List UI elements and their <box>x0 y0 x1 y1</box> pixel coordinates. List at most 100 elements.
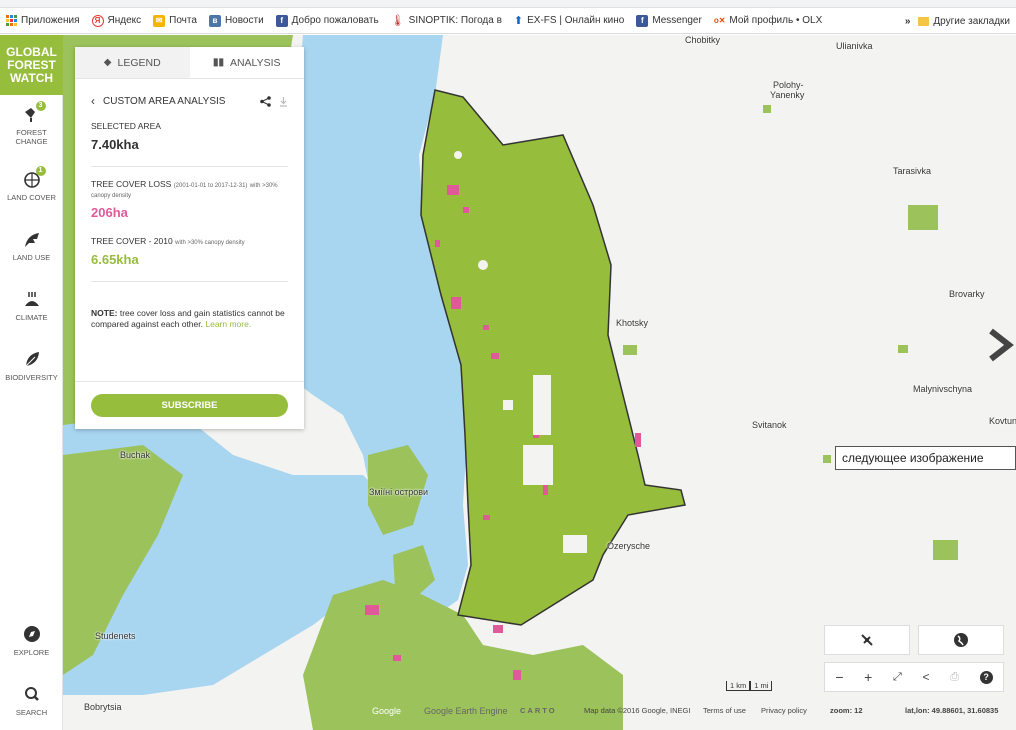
tab-analysis[interactable]: ▮▮ ANALYSIS <box>190 47 305 78</box>
app-sidebar: GLOBAL FOREST WATCH 3 FOREST CHANGE 1 LA… <box>0 35 63 730</box>
carto-logo: CARTO <box>520 706 557 715</box>
google-logo: Google <box>372 706 402 716</box>
panel-title-row: ‹ CUSTOM AREA ANALYSIS <box>91 94 225 108</box>
loss-date-range: (2001-01-01 to 2017-12-31) <box>173 183 248 189</box>
yandex-icon: Я <box>91 14 104 27</box>
map-toolbar: − + ⤢ < ⎙ ? <box>824 662 1004 692</box>
nav-land-use[interactable]: LAND USE <box>0 215 63 275</box>
tab-legend[interactable]: ◆ LEGEND <box>75 47 190 78</box>
selected-area-label: SELECTED AREA <box>91 121 161 131</box>
cover-label: TREE COVER - 2010 <box>91 236 173 246</box>
bookmark-yandex[interactable]: Я Яндекс <box>86 14 148 27</box>
logo-line: WATCH <box>9 70 54 85</box>
geolocate-button[interactable] <box>824 625 910 655</box>
nav-forest-change[interactable]: 3 FOREST CHANGE <box>0 95 63 155</box>
nav-explore[interactable]: EXPLORE <box>0 610 63 670</box>
place-label: Buchak <box>120 450 151 460</box>
place-label: Polohy- <box>773 80 804 90</box>
nav-label: CLIMATE <box>15 312 48 322</box>
bookmarks-right: » Другие закладки <box>898 8 1010 33</box>
zoom-in-icon[interactable]: + <box>864 669 872 685</box>
more-bookmarks-button[interactable]: » <box>905 16 911 27</box>
loss-section: TREE COVER LOSS (2001-01-01 to 2017-12-3… <box>75 179 304 220</box>
gfw-logo[interactable]: GLOBAL FOREST WATCH <box>0 35 63 95</box>
note-text: NOTE: tree cover loss and gain statistic… <box>91 308 288 330</box>
nav-label: LAND USE <box>12 252 51 262</box>
learn-more-link[interactable]: Learn more. <box>205 319 251 329</box>
subscribe-button[interactable]: SUBSCRIBE <box>91 394 288 417</box>
place-label: Bobrytsia <box>84 702 122 712</box>
bookmark-apps[interactable]: Приложения <box>0 15 86 26</box>
thermometer-icon: 🌡 <box>390 15 405 27</box>
fullscreen-icon[interactable]: ⤢ <box>893 671 902 684</box>
selected-area-section: SELECTED AREA 7.40kha <box>75 121 304 152</box>
other-bookmarks[interactable]: Другие закладки <box>918 16 1010 27</box>
bookmark-sinoptik[interactable]: 🌡 SINOPTIK: Погода в <box>385 14 508 27</box>
share-map-icon[interactable]: < <box>922 670 929 684</box>
nav-land-cover[interactable]: 1 LAND COVER <box>0 155 63 215</box>
zoom-out-icon[interactable]: − <box>835 669 843 685</box>
loss-canopy-note: canopy density <box>91 193 132 199</box>
divider <box>91 166 288 167</box>
bookmark-label: EX-FS | Онлайн кино <box>527 15 625 26</box>
arrow-up-icon: ⬆ <box>513 15 524 27</box>
leaf-icon <box>21 349 43 369</box>
panel-actions <box>260 95 288 107</box>
download-icon[interactable] <box>279 96 288 107</box>
place-label: Brovarky <box>949 289 985 299</box>
place-label: Tarasivka <box>893 166 932 176</box>
place-label: Yanenky <box>770 90 805 100</box>
map-scale: 1 km 1 mi <box>726 681 773 691</box>
bookmark-label: Почта <box>169 15 197 26</box>
vk-icon: в <box>208 14 221 27</box>
terms-link[interactable]: Terms of use <box>703 706 746 715</box>
bookmark-olx[interactable]: o✕ Мой профиль • OLX <box>708 15 828 26</box>
panel-title: CUSTOM AREA ANALYSIS <box>103 95 226 107</box>
badge-count: 3 <box>35 101 46 111</box>
climate-icon <box>21 289 43 309</box>
bookmark-label: Добро пожаловать <box>291 15 379 26</box>
print-icon[interactable]: ⎙ <box>950 671 959 684</box>
place-label: Svitanok <box>752 420 787 430</box>
cover-label-row: TREE COVER - 2010 with >30% canopy densi… <box>91 236 288 246</box>
bar-chart-icon: ▮▮ <box>212 57 224 68</box>
place-label: Studenets <box>95 631 136 641</box>
loss-label: TREE COVER LOSS <box>91 179 172 189</box>
latlon-readout: lat,lon: 49.88601, 31.60835 <box>905 706 999 715</box>
nav-label: LAND COVER <box>7 192 56 202</box>
basemap-button[interactable] <box>918 625 1004 655</box>
place-label: Ozerysche <box>607 541 651 551</box>
loss-label-row: TREE COVER LOSS (2001-01-01 to 2017-12-3… <box>91 179 288 189</box>
bookmark-mail[interactable]: ✉ Почта <box>147 14 203 27</box>
loss-value: 206ha <box>91 205 128 220</box>
privacy-link[interactable]: Privacy policy <box>761 706 807 715</box>
nav-search[interactable]: SEARCH <box>0 670 63 730</box>
nav-label: BIODIVERSITY <box>5 372 58 382</box>
bookmark-messenger[interactable]: f Messenger <box>630 14 707 27</box>
next-image-arrow[interactable] <box>985 325 1015 365</box>
next-image-tooltip: следующее изображение <box>835 446 1016 470</box>
help-icon[interactable]: ? <box>979 670 993 684</box>
compass-icon <box>21 624 43 644</box>
bookmark-exfs[interactable]: ⬆ EX-FS | Онлайн кино <box>508 14 630 27</box>
share-icon[interactable] <box>260 95 271 107</box>
nav-label: FOREST CHANGE <box>15 128 48 146</box>
globe-icon <box>954 633 968 647</box>
divider <box>75 381 304 382</box>
bookmark-facebook[interactable]: f Добро пожаловать <box>270 14 385 27</box>
place-label: Khotsky <box>616 318 649 328</box>
nav-biodiversity[interactable]: BIODIVERSITY <box>0 335 63 395</box>
analysis-panel: ◆ LEGEND ▮▮ ANALYSIS ‹ CUSTOM AREA ANALY… <box>75 47 304 429</box>
place-label: Ulianivka <box>836 41 873 51</box>
nav-climate[interactable]: CLIMATE <box>0 275 63 335</box>
apps-grid-icon <box>6 15 17 26</box>
land-use-icon <box>21 229 43 249</box>
badge-count: 1 <box>35 165 46 176</box>
chevron-right-icon <box>989 328 1014 362</box>
back-chevron-icon[interactable]: ‹ <box>91 94 95 108</box>
note-section: NOTE: tree cover loss and gain statistic… <box>75 308 304 330</box>
browser-toolbar-edge <box>0 0 1016 8</box>
bookmark-news[interactable]: в Новости <box>203 14 270 27</box>
cover-value: 6.65kha <box>91 252 139 267</box>
scale-km: 1 km <box>726 681 751 691</box>
